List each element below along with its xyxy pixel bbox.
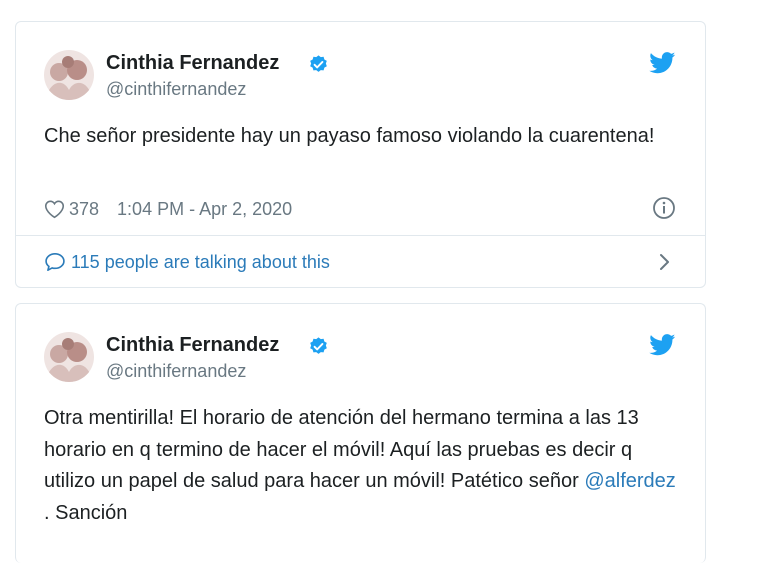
avatar[interactable]: [44, 332, 94, 382]
heart-icon[interactable]: [44, 199, 65, 219]
author-handle[interactable]: @cinthifernandez: [106, 79, 246, 100]
comment-bubble-icon: [45, 253, 65, 271]
twitter-bird-icon[interactable]: [649, 334, 676, 356]
author-name[interactable]: Cinthia Fernandez: [106, 334, 279, 357]
tweet-timestamp[interactable]: 1:04 PM - Apr 2, 2020: [117, 199, 292, 220]
avatar[interactable]: [44, 50, 94, 100]
author-handle[interactable]: @cinthifernandez: [106, 361, 246, 382]
like-count[interactable]: 378: [69, 199, 99, 220]
info-icon[interactable]: [652, 196, 676, 220]
mention-link[interactable]: @alferdez: [584, 470, 675, 492]
tweet-text-end: . Sanción: [44, 501, 128, 524]
tweet-text: Otra mentirilla! El horario de atención …: [44, 403, 679, 529]
author-name[interactable]: Cinthia Fernandez: [106, 52, 279, 75]
verified-badge-icon: [310, 55, 327, 72]
talking-label[interactable]: 115 people are talking about this: [71, 252, 330, 273]
talking-link[interactable]: 115 people are talking about this: [44, 250, 330, 274]
divider: [16, 235, 705, 236]
tweet-card[interactable]: Cinthia Fernandez @cinthifernandez Che s…: [15, 21, 706, 288]
verified-badge-icon: [310, 337, 327, 354]
tweet-meta: 378 1:04 PM - Apr 2, 2020: [44, 197, 292, 221]
tweet-text-body: Otra mentirilla! El horario de atención …: [44, 407, 639, 492]
tweet-card[interactable]: Cinthia Fernandez @cinthifernandez Otra …: [15, 303, 706, 563]
chevron-right-icon[interactable]: [659, 253, 671, 271]
tweet-text: Che señor presidente hay un payaso famos…: [44, 125, 655, 147]
twitter-bird-icon[interactable]: [649, 52, 676, 74]
